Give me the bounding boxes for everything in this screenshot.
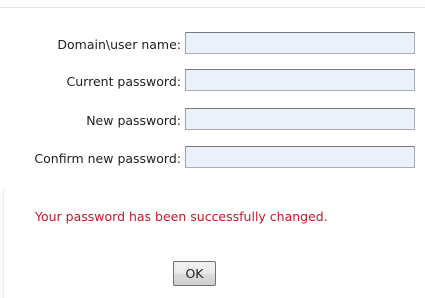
form-row-new-password: New password: xyxy=(0,108,425,134)
current-password-label: Current password: xyxy=(66,74,181,89)
form-row-confirm-password: Confirm new password: xyxy=(0,146,425,172)
username-field[interactable] xyxy=(185,32,415,54)
form-row-username: Domain\user name: xyxy=(0,32,425,58)
success-message: Your password has been successfully chan… xyxy=(35,209,328,224)
current-password-field[interactable] xyxy=(185,69,415,91)
new-password-field[interactable] xyxy=(185,108,415,130)
left-divider xyxy=(3,190,4,298)
username-label: Domain\user name: xyxy=(57,37,181,52)
top-divider xyxy=(0,7,425,8)
new-password-label: New password: xyxy=(86,113,181,128)
ok-button[interactable]: OK xyxy=(173,261,216,286)
confirm-password-label: Confirm new password: xyxy=(34,151,181,166)
confirm-password-field[interactable] xyxy=(185,146,415,168)
form-row-current-password: Current password: xyxy=(0,69,425,95)
